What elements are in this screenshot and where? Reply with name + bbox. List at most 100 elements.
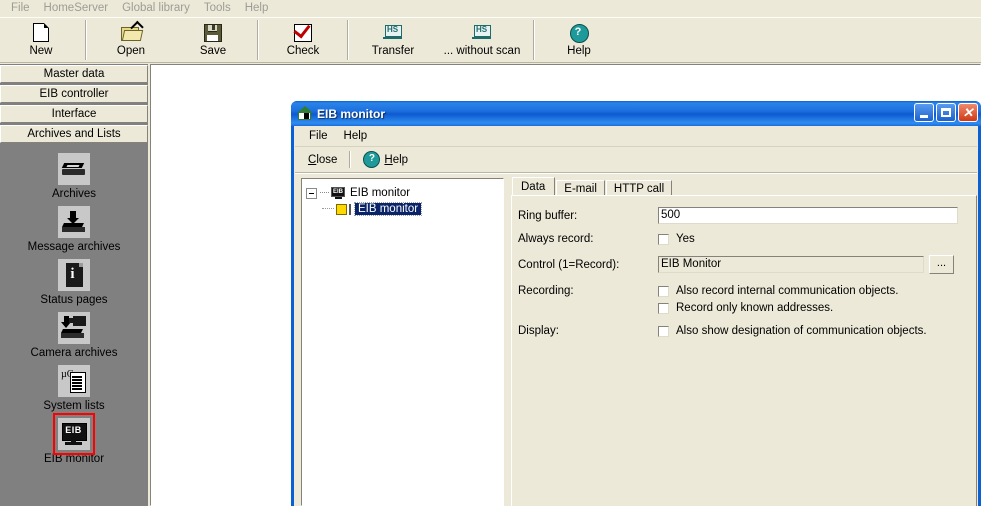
sidebar-item-label: System lists bbox=[43, 400, 105, 412]
menu-item-file[interactable]: File bbox=[4, 0, 37, 17]
sidebar-button-label: Archives and Lists bbox=[27, 128, 121, 140]
toolbar-separator bbox=[257, 20, 259, 60]
record-internal-objects-checkbox[interactable] bbox=[658, 285, 669, 297]
menu-item-help[interactable]: Help bbox=[238, 0, 276, 17]
sidebar-item-master-data[interactable]: Master data bbox=[0, 65, 148, 83]
show-designation-label: Also show designation of communication o… bbox=[676, 325, 927, 337]
ring-buffer-label: Ring buffer: bbox=[518, 209, 578, 222]
sidebar-item-archives[interactable]: Archives bbox=[0, 153, 148, 200]
new-button[interactable]: New bbox=[0, 18, 82, 62]
toolbar-separator bbox=[349, 151, 352, 168]
always-record-checkbox-label: Yes bbox=[676, 233, 695, 245]
save-floppy-icon bbox=[202, 22, 224, 42]
tab-panel: Data E-mail HTTP call Ring buffer: 500 A… bbox=[511, 177, 977, 506]
sidebar-item-label: EIB monitor bbox=[43, 453, 105, 465]
minimize-button[interactable] bbox=[914, 103, 934, 122]
menu-item-homeserver[interactable]: HomeServer bbox=[37, 0, 116, 17]
sidebar-item-label: Archives bbox=[51, 188, 97, 200]
record-known-addresses-label: Record only known addresses. bbox=[676, 302, 834, 314]
tree-root-node[interactable]: EIB monitor bbox=[306, 185, 503, 201]
check-icon bbox=[292, 20, 314, 42]
hs-transfer-icon: HS bbox=[382, 22, 404, 42]
window-titlebar[interactable]: EIB monitor ✕ bbox=[291, 101, 981, 126]
sidebar-item-interface[interactable]: Interface bbox=[0, 105, 148, 123]
open-button[interactable]: Open bbox=[90, 18, 172, 62]
always-record-checkbox[interactable] bbox=[658, 233, 669, 245]
sidebar-icon-list: Archives Message archives i Status pages… bbox=[0, 145, 148, 465]
sidebar-item-archives-and-lists[interactable]: Archives and Lists bbox=[0, 125, 148, 143]
sidebar-item-system-lists[interactable]: µC System lists bbox=[0, 365, 148, 412]
tree-connector bbox=[320, 192, 329, 194]
tree-view[interactable]: EIB monitor EIB monitor bbox=[301, 178, 504, 506]
sidebar-item-label: Camera archives bbox=[30, 347, 118, 359]
dialog-menubar: File Help bbox=[295, 126, 977, 147]
tab-label: E-mail bbox=[564, 182, 597, 195]
menu-item-global-library[interactable]: Global library bbox=[115, 0, 197, 17]
sidebar-item-label: Status pages bbox=[40, 294, 108, 306]
dialog-menu-help[interactable]: Help bbox=[336, 129, 376, 143]
sidebar: Master data EIB controller Interface Arc… bbox=[0, 64, 148, 506]
tab-strip: Data E-mail HTTP call bbox=[511, 177, 977, 196]
main-menubar: File HomeServer Global library Tools Hel… bbox=[0, 0, 981, 17]
sidebar-item-camera-archives[interactable]: Camera archives bbox=[0, 312, 148, 359]
save-button[interactable]: Save bbox=[172, 18, 254, 62]
tree-divider bbox=[349, 203, 351, 215]
system-list-icon: µC bbox=[58, 365, 90, 397]
close-button[interactable]: Close bbox=[301, 152, 344, 168]
collapse-toggle-icon[interactable] bbox=[306, 187, 317, 199]
eib-monitor-window: EIB monitor ✕ File Help Close ? Help EIB… bbox=[291, 101, 981, 506]
help-button[interactable]: ? Help bbox=[538, 18, 620, 62]
transfer-without-scan-button[interactable]: HS ... without scan bbox=[434, 18, 530, 62]
eib-monitor-icon: EIB bbox=[53, 413, 95, 455]
help-icon: ? bbox=[568, 22, 590, 43]
sidebar-item-eib-monitor[interactable]: EIB EIB monitor bbox=[0, 413, 148, 465]
tab-label: HTTP call bbox=[613, 182, 665, 195]
check-button[interactable]: Check bbox=[262, 18, 344, 62]
ring-buffer-input[interactable]: 500 bbox=[658, 207, 958, 224]
hs-transfer-icon: HS bbox=[471, 22, 493, 42]
help-accel: H bbox=[384, 153, 393, 166]
toolbar-separator bbox=[533, 20, 535, 60]
record-known-addresses-checkbox[interactable] bbox=[658, 302, 669, 314]
sidebar-button-label: Interface bbox=[51, 108, 97, 120]
open-folder-icon bbox=[120, 20, 144, 42]
control-input[interactable]: EIB Monitor bbox=[658, 256, 924, 273]
tab-label: Data bbox=[521, 180, 546, 193]
record-internal-objects-label: Also record internal communication objec… bbox=[676, 285, 899, 297]
window-title: EIB monitor bbox=[317, 106, 385, 121]
yellow-square-icon bbox=[336, 203, 347, 215]
tab-email[interactable]: E-mail bbox=[556, 180, 605, 196]
help-button-label: elp bbox=[392, 153, 409, 166]
dialog-body: File Help Close ? Help EIB EIB monitor E… bbox=[294, 126, 978, 506]
info-page-icon: i bbox=[58, 259, 90, 291]
transfer-button[interactable]: HS Transfer bbox=[352, 18, 434, 62]
tree-child-label: EIB monitor bbox=[353, 202, 423, 216]
menu-item-tools[interactable]: Tools bbox=[197, 0, 238, 17]
main-toolbar: New Open Save Check HS Transfer HS ... w… bbox=[0, 17, 981, 63]
sidebar-button-label: EIB controller bbox=[39, 88, 109, 100]
new-page-icon bbox=[30, 22, 52, 42]
tab-data[interactable]: Data bbox=[512, 177, 556, 195]
help-button-label: Help bbox=[567, 45, 591, 57]
check-button-label: Check bbox=[286, 45, 320, 57]
sidebar-item-status-pages[interactable]: i Status pages bbox=[0, 259, 148, 306]
dialog-toolbar: Close ? Help bbox=[295, 147, 977, 173]
tab-page-data: Ring buffer: 500 Always record: Yes Cont… bbox=[511, 195, 977, 506]
tab-http-call[interactable]: HTTP call bbox=[605, 180, 673, 196]
dialog-menu-file[interactable]: File bbox=[301, 129, 336, 143]
close-icon[interactable]: ✕ bbox=[958, 103, 978, 122]
close-button-label: lose bbox=[316, 153, 338, 166]
transfer-without-scan-label: ... without scan bbox=[443, 45, 521, 57]
control-label: Control (1=Record): bbox=[518, 258, 620, 271]
maximize-button[interactable] bbox=[936, 103, 956, 122]
sidebar-item-eib-controller[interactable]: EIB controller bbox=[0, 85, 148, 103]
help-button[interactable]: ? Help bbox=[356, 149, 415, 170]
tree-root-label: EIB monitor bbox=[350, 187, 411, 199]
always-record-label: Always record: bbox=[518, 233, 594, 245]
display-label: Display: bbox=[518, 325, 559, 337]
control-browse-button[interactable]: ... bbox=[929, 255, 954, 274]
sidebar-item-message-archives[interactable]: Message archives bbox=[0, 206, 148, 253]
show-designation-checkbox[interactable] bbox=[658, 325, 669, 337]
camera-archive-icon bbox=[58, 312, 90, 344]
tree-child-node[interactable]: EIB monitor bbox=[322, 201, 503, 217]
